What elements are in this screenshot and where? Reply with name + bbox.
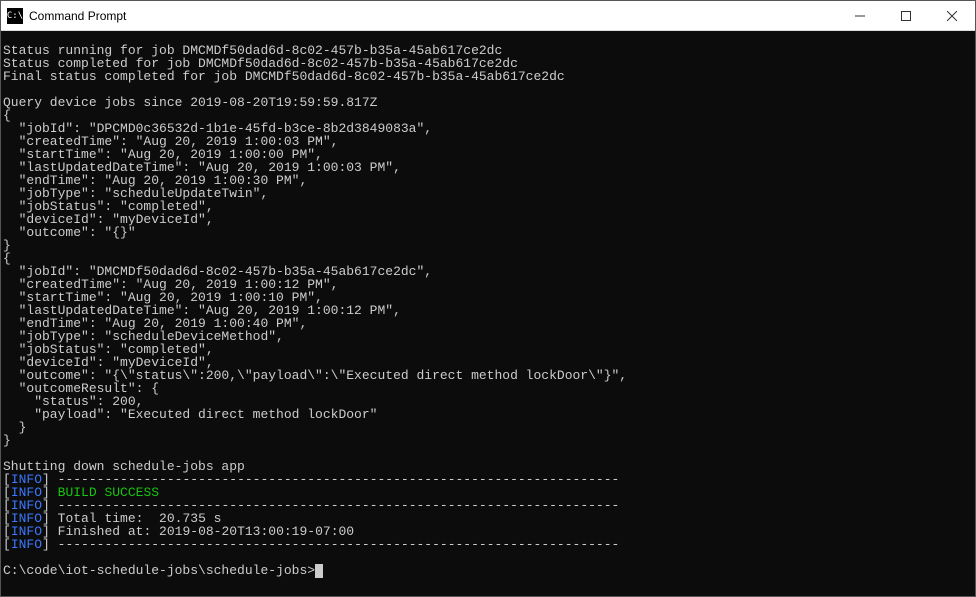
maximize-button[interactable]: [883, 1, 929, 30]
command-prompt: C:\code\iot-schedule-jobs\schedule-jobs>: [3, 563, 315, 578]
query-line: Query device jobs since 2019-08-20T19:59…: [3, 95, 377, 110]
titlebar[interactable]: C:\ Command Prompt: [1, 1, 975, 31]
close-icon: [947, 11, 957, 21]
status-line: Final status completed for job DMCMDf50d…: [3, 69, 565, 84]
minimize-icon: [855, 11, 865, 21]
window-title: Command Prompt: [29, 9, 837, 23]
window-controls: [837, 1, 975, 30]
maximize-icon: [901, 11, 911, 21]
cursor: [315, 564, 323, 578]
bracket: [: [3, 537, 11, 552]
terminal-output[interactable]: Status running for job DMCMDf50dad6d-8c0…: [1, 31, 975, 596]
minimize-button[interactable]: [837, 1, 883, 30]
close-button[interactable]: [929, 1, 975, 30]
bracket: ]: [42, 537, 50, 552]
info-tag: INFO: [11, 537, 42, 552]
json-field: "payload": "Executed direct method lockD…: [3, 407, 377, 422]
json-brace: }: [3, 433, 11, 448]
cmd-icon: C:\: [7, 8, 23, 24]
json-field: "outcome": "{}": [3, 225, 136, 240]
command-prompt-window: C:\ Command Prompt Status running for jo…: [0, 0, 976, 597]
dash-separator: ----------------------------------------…: [50, 537, 620, 552]
